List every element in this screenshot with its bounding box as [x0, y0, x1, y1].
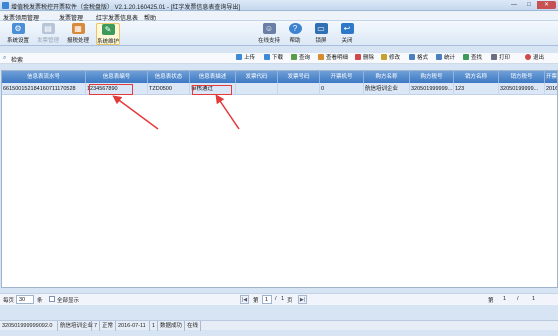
- format-icon: [409, 54, 415, 60]
- print-button[interactable]: 打印: [491, 54, 510, 63]
- first-page-button[interactable]: |◀: [240, 295, 249, 304]
- exit-button[interactable]: 退出: [525, 54, 544, 63]
- status-online: 在线: [185, 321, 201, 331]
- per-page-select[interactable]: 30: [16, 295, 34, 304]
- search-bar: ⌕ 检索 上传 下载 查询 查看明细 删除 修改 格式 统计 查找 打印 退出: [0, 53, 558, 64]
- lock-screen-button[interactable]: ▭ 锁屏: [309, 23, 333, 45]
- per-page-unit: 条: [37, 298, 43, 304]
- menu-bar: 发票领用管理 发票管理 红字发票信息表 帮助: [0, 11, 558, 22]
- maximize-button[interactable]: □: [522, 1, 536, 9]
- page-input[interactable]: 1: [262, 295, 272, 304]
- minimize-button[interactable]: —: [507, 1, 521, 9]
- tax-report-button[interactable]: ▦ 报税处理: [66, 23, 90, 45]
- page-suffix: 页: [287, 298, 293, 304]
- search-label[interactable]: 检索: [11, 55, 23, 64]
- show-all-label: 全部显示: [57, 298, 80, 304]
- close-window-button[interactable]: ✕: [537, 1, 556, 9]
- title-bar: 增值税发票税控开票软件（金税盘版） V2.1.20.160425.01 - [红…: [0, 0, 558, 11]
- report-icon: ▦: [71, 23, 85, 34]
- status-count: 1: [150, 321, 158, 331]
- exit-icon: ↩: [340, 23, 354, 34]
- red-invoice-table: 信息表流水号 信息表编号 信息表状态 信息表描述 发票代码 发票号码 开票机号 …: [1, 70, 558, 288]
- app-icon: [2, 2, 9, 9]
- annotation-arrows: [112, 94, 240, 130]
- statistics-button[interactable]: 统计: [436, 54, 455, 63]
- right-page-prefix: 第: [488, 298, 494, 304]
- find-icon: [463, 54, 469, 60]
- view-detail-button[interactable]: 查看明细: [318, 54, 348, 63]
- delete-icon: [355, 54, 361, 60]
- upload-icon: [236, 54, 242, 60]
- system-maint-button[interactable]: ✎ 系统维护: [96, 23, 120, 45]
- invoice-mgmt-button[interactable]: ▤ 发票管理: [36, 23, 60, 45]
- edit-icon: [381, 54, 387, 60]
- delete-button[interactable]: 删除: [355, 54, 374, 63]
- gear-icon: ⚙: [11, 23, 25, 34]
- status-state: 正常: [100, 321, 116, 331]
- status-tax-id: 320501999999092.0: [0, 321, 58, 331]
- detail-icon: [318, 54, 324, 60]
- upload-button[interactable]: 上传: [236, 54, 255, 63]
- close-module-button[interactable]: ↩ 关闭: [335, 23, 359, 45]
- support-person-icon: ☺: [262, 23, 276, 34]
- help-button[interactable]: ? 帮助: [283, 23, 307, 45]
- per-page-label: 每页: [3, 298, 15, 304]
- power-icon: [525, 54, 531, 60]
- pager-bar: 每页 30 条 全部显示 |◀ 第 1 / 1 页 ▶| 第 1 / 1: [0, 293, 558, 305]
- query-button[interactable]: 查询: [291, 54, 310, 63]
- page-total: 1: [281, 296, 285, 302]
- statistics-icon: [436, 54, 442, 60]
- show-all-checkbox[interactable]: [49, 296, 55, 302]
- toolbar: ⚙ 系统设置 ▤ 发票管理 ▦ 报税处理 ✎ 系统维护 ☺ 在线支持 ? 帮助 …: [0, 21, 558, 46]
- find-button[interactable]: 查找: [463, 54, 482, 63]
- invoice-icon: ▤: [41, 23, 55, 34]
- system-settings-button[interactable]: ⚙ 系统设置: [6, 23, 30, 45]
- page-separator: /: [275, 296, 277, 302]
- last-page-button[interactable]: ▶|: [298, 295, 307, 304]
- edit-button[interactable]: 修改: [381, 54, 400, 63]
- online-support-button[interactable]: ☺ 在线支持: [257, 23, 281, 45]
- download-button[interactable]: 下载: [264, 54, 283, 63]
- arrow-to-number: [112, 95, 159, 130]
- right-page-current: 1: [503, 296, 507, 302]
- download-icon: [264, 54, 270, 60]
- monitor-icon: ▭: [314, 23, 328, 34]
- query-icon: [291, 54, 297, 60]
- window-title: 增值税发票税控开票软件（金税盘版） V2.1.20.160425.01 - [红…: [11, 5, 241, 11]
- format-button[interactable]: 格式: [409, 54, 428, 63]
- status-date: 2016-07-11: [116, 321, 150, 331]
- right-page-separator: /: [517, 296, 519, 302]
- page-prefix: 第: [253, 298, 259, 304]
- status-machine: 7: [92, 321, 100, 331]
- wrench-icon: ✎: [101, 24, 115, 35]
- search-icon[interactable]: ⌕: [3, 55, 6, 62]
- status-message: 数据成功: [158, 321, 185, 331]
- arrow-to-description: [215, 94, 240, 130]
- print-icon: [491, 54, 497, 60]
- status-bar: 320501999999092.0 航信培训企业 7 正常 2016-07-11…: [0, 320, 558, 331]
- right-page-total: 1: [532, 296, 536, 302]
- help-icon: ?: [288, 23, 302, 34]
- status-company: 航信培训企业: [60, 321, 94, 331]
